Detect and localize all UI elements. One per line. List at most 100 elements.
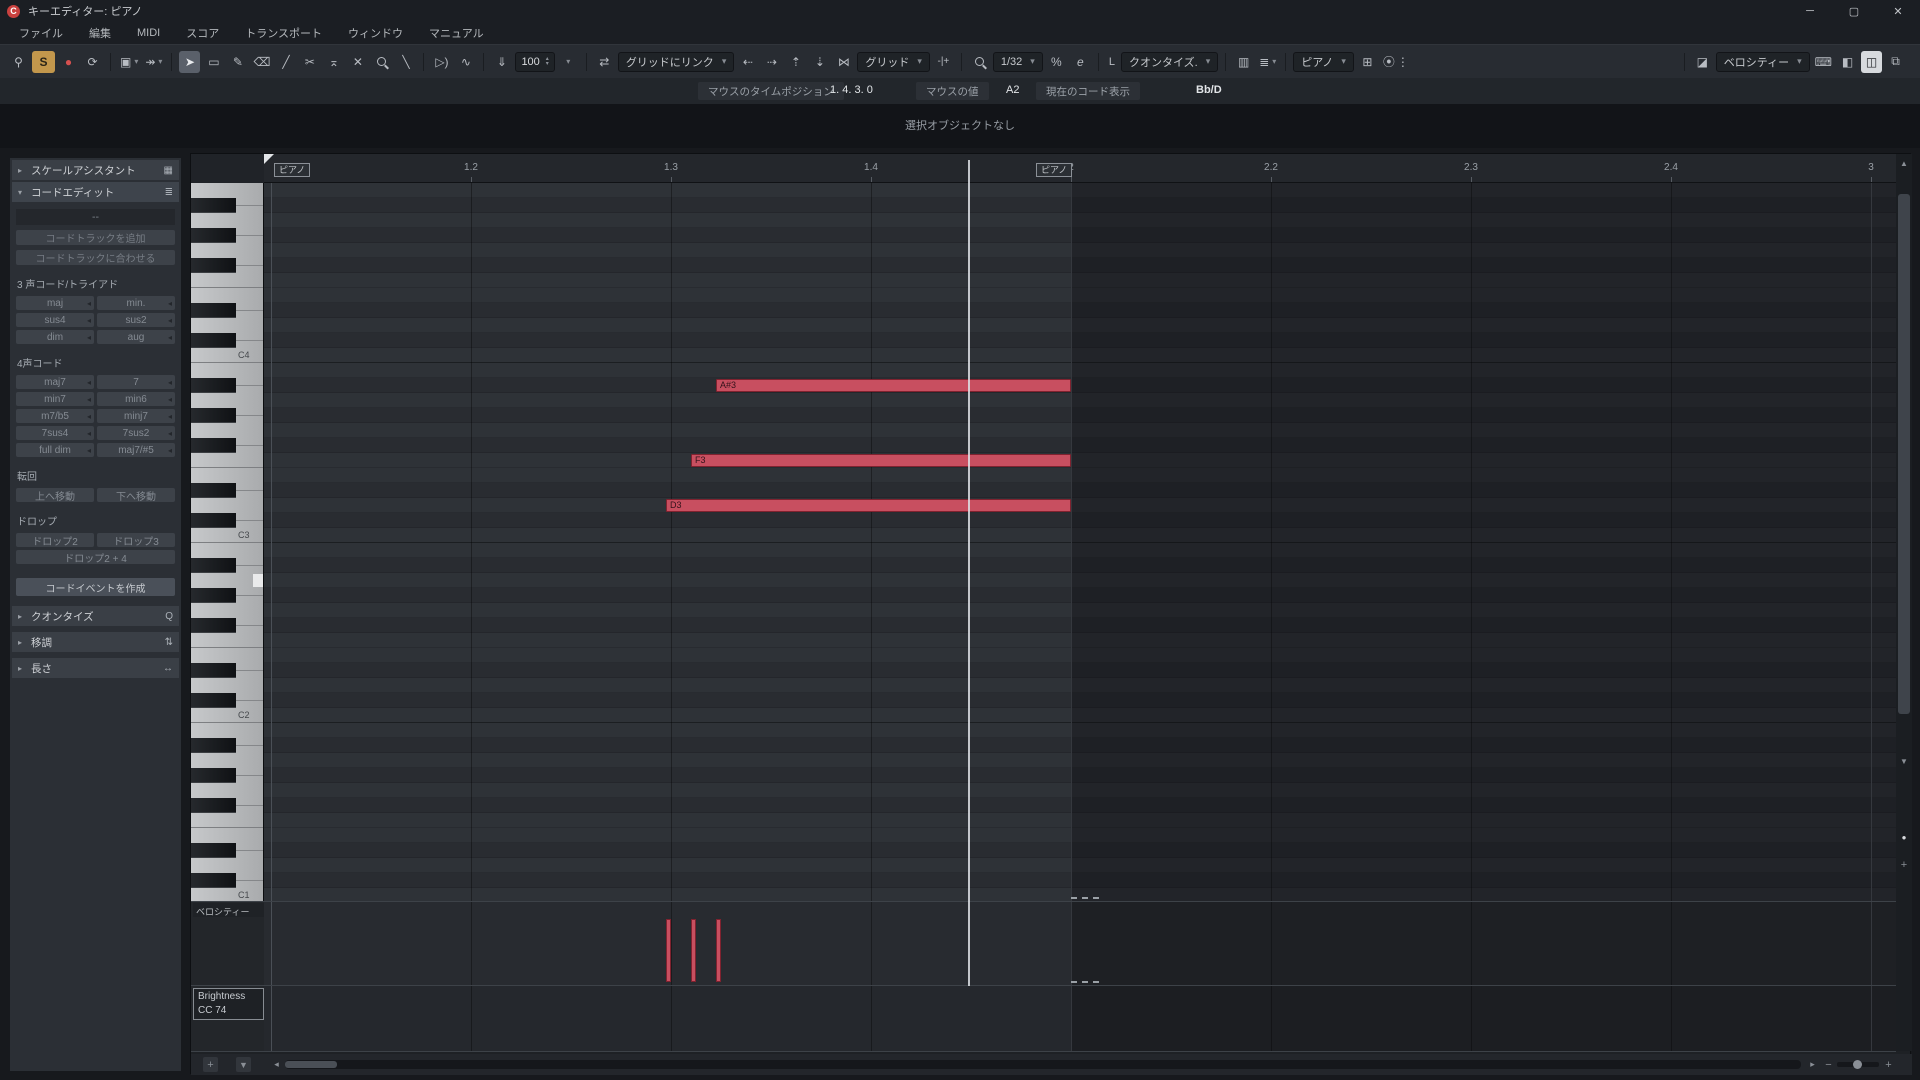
black-key[interactable] [191,408,236,423]
midi-note-A#3[interactable]: A#3 [716,379,1071,392]
four-note-chord-button[interactable]: full dim◂ [16,443,94,457]
zoom-tool-button[interactable] [371,51,392,73]
pin-button[interactable]: ⚲ [8,51,29,73]
lower-zone-button[interactable]: ◫ [1861,51,1882,73]
scroll-down-button[interactable]: ▼ [1896,754,1912,768]
vertical-zoom-thumb[interactable]: ● [1896,830,1912,844]
section-length[interactable]: ▸ 長さ ↔ [12,658,179,678]
four-note-chord-button[interactable]: min7◂ [16,392,94,406]
stepper-down-icon[interactable]: ▾ [546,62,549,67]
horizontal-scrollbar[interactable]: + ▼ ◂ ▸ − + [191,1054,1912,1075]
window-setup-button[interactable]: ⧉ [1885,51,1906,73]
maximize-button[interactable]: ▢ [1832,0,1876,22]
glue-tool-button[interactable]: ⌅ [323,51,344,73]
line-tool-button[interactable]: ╲ [395,51,416,73]
matrix-button[interactable]: ⊞ [1357,51,1378,73]
pencil-tool-button[interactable]: ✎ [227,51,248,73]
nudge-right-button[interactable]: ⇢ [761,51,782,73]
select-tool-button[interactable]: ➤ [179,51,200,73]
horizontal-scroll-thumb[interactable] [285,1061,337,1068]
record-button[interactable]: ● [58,51,79,73]
velocity-bar[interactable] [666,919,671,982]
black-key[interactable] [191,693,236,708]
panes-button[interactable]: ▥ [1233,51,1254,73]
black-key[interactable] [191,513,236,528]
black-key[interactable] [191,873,236,888]
piano-keyboard[interactable]: C4C3C2C1 [191,183,264,901]
range-tool-button[interactable]: ▭ [203,51,224,73]
timeline-ruler[interactable]: 1.21.31.422.22.32.43 ピアノ ピアノ [264,154,1896,183]
triad-button[interactable]: sus2◂ [97,313,175,327]
cc-lane-label[interactable]: Brightness CC 74 [193,988,264,1020]
black-key[interactable] [191,663,236,678]
split-tool-button[interactable]: ✂ [299,51,320,73]
grid-plus-minus-button[interactable]: -|+ [933,51,954,73]
vertical-zoom-in-button[interactable]: + [1896,858,1912,872]
horizontal-zoom-track[interactable] [1837,1062,1879,1067]
black-key[interactable] [191,558,236,573]
black-key[interactable] [191,618,236,633]
insert-velocity-spinner[interactable]: 100 ▴ ▾ [515,52,554,72]
scroll-up-button[interactable]: ▲ [1896,156,1912,170]
autoscroll-button[interactable]: ↠ ▾ [143,51,164,73]
four-note-chord-button[interactable]: 7sus2◂ [97,426,175,440]
note-grid[interactable] [264,183,1896,901]
insert-velocity-steppers[interactable]: ▴ ▾ [546,57,549,67]
minimize-button[interactable]: ─ [1788,0,1832,22]
black-key[interactable] [191,333,236,348]
link-grid-dropdown[interactable]: グリッドにリンク ▾ [618,52,735,72]
quantize-preset-dropdown[interactable]: 1/32 ▾ [993,52,1043,72]
midi-note-F3[interactable]: F3 [691,454,1071,467]
acoustic-feedback-button[interactable]: ▷) [431,51,452,73]
lane-select-button[interactable]: ▼ [236,1057,251,1072]
four-note-chord-button[interactable]: minj7◂ [97,409,175,423]
keyboard-focus-button[interactable]: ⌨ [1813,51,1834,73]
part-chip[interactable]: ピアノ [274,163,310,177]
black-key[interactable] [191,303,236,318]
mute-tool-button[interactable]: ✕ [347,51,368,73]
solo-button[interactable]: S [32,51,55,73]
drop-button[interactable]: ドロップ3 [97,533,175,547]
section-quantize[interactable]: ▸ クオンタイズ Q [12,606,179,626]
horizontal-zoom-thumb[interactable] [1853,1060,1862,1069]
iterative-quantize-button[interactable]: % [1046,51,1067,73]
four-note-chord-button[interactable]: m7/b5◂ [16,409,94,423]
lane-divider[interactable] [191,901,1896,902]
menu-item-3[interactable]: スコア [173,22,232,44]
create-chord-event-button[interactable]: コードイベントを作成 [16,578,175,596]
scroll-left-button[interactable]: ◂ [269,1057,284,1072]
drop-2-4-button[interactable]: ドロップ2 + 4 [16,550,175,564]
length-quantize-dropdown[interactable]: クオンタイズ. ▾ [1121,52,1218,72]
editor-mode-button[interactable]: ▣ ▾ [118,51,140,73]
black-key[interactable] [191,438,236,453]
black-key[interactable] [191,198,236,213]
velocity-bar[interactable] [691,919,696,982]
four-note-chord-button[interactable]: maj7/#5◂ [97,443,175,457]
triad-button[interactable]: dim◂ [16,330,94,344]
move-up-button[interactable]: ⇡ [785,51,806,73]
zoom-out-button[interactable]: − [1821,1057,1836,1072]
black-key[interactable] [191,798,236,813]
menu-item-2[interactable]: MIDI [124,22,173,44]
black-key[interactable] [191,768,236,783]
black-key[interactable] [191,738,236,753]
insert-velocity-dropdown-button[interactable]: ▾ [558,51,579,73]
add-chord-track-button[interactable]: コードトラックを追加 [16,230,175,245]
four-note-chord-button[interactable]: 7sus4◂ [16,426,94,440]
curve-button[interactable]: ∿ [455,51,476,73]
triad-button[interactable]: maj◂ [16,296,94,310]
quantize-panel-button[interactable]: e [1070,51,1091,73]
vertical-scrollbar[interactable]: ▲ ▼ ● + [1896,154,1912,1051]
snap-button[interactable]: ⋈ [833,51,854,73]
menu-item-4[interactable]: トランスポート [232,22,335,44]
menu-item-1[interactable]: 編集 [76,22,124,44]
scroll-right-button[interactable]: ▸ [1805,1057,1820,1072]
match-chord-track-button[interactable]: コードトラックに合わせる [16,250,175,265]
section-scale-assistant[interactable]: ▸ スケールアシスタント ▦ [12,160,179,180]
left-zone-button[interactable]: ◧ [1837,51,1858,73]
menu-item-5[interactable]: ウィンドウ [335,22,416,44]
zoom-in-button[interactable]: + [1881,1057,1896,1072]
section-chord-edit[interactable]: ▾ コードエディット ≣ [12,182,179,202]
lane-divider[interactable] [191,985,1896,986]
black-key[interactable] [191,843,236,858]
